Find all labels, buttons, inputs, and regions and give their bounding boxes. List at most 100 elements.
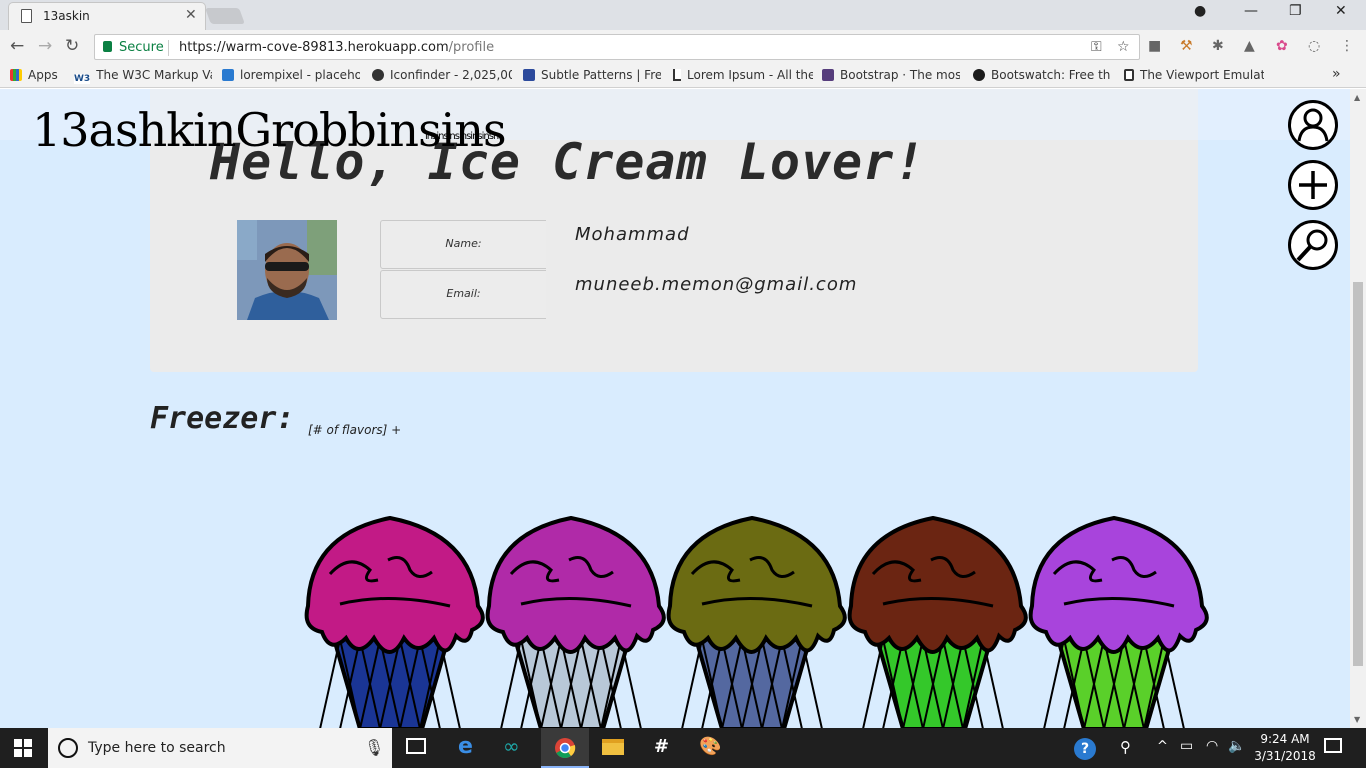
battery-icon[interactable]: ▭ [1180, 738, 1193, 754]
menu-icon[interactable]: ⋮ [1340, 38, 1354, 54]
email-label-box: Email: [380, 270, 546, 319]
reload-icon[interactable]: ↻ [65, 36, 79, 56]
page-viewport: Hello, Ice Cream Lover! Name: Email: Moh… [0, 89, 1350, 728]
notification-icon[interactable] [1324, 738, 1342, 753]
taskbar: Type here to search 🎙 e ∞ # 🎨 ? ⚲ ^ ▭ ◠ … [0, 728, 1366, 768]
phone-icon [1124, 69, 1134, 81]
bookmarks-overflow[interactable]: » [1332, 66, 1341, 82]
close-window-icon[interactable]: ✕ [1335, 3, 1347, 19]
key-icon[interactable]: ⚿ [1091, 39, 1102, 55]
browser-toolbar: ← → ↻ Secure https://warm-cove-89813.her… [0, 30, 1366, 64]
email-label: Email: [446, 287, 481, 300]
windows-start-icon[interactable] [14, 739, 32, 757]
slack-icon: # [654, 736, 670, 757]
bookmark-label: The Viewport Emulat [1140, 68, 1264, 82]
bookmark-apps[interactable]: Apps [10, 68, 70, 84]
freezer-meta[interactable]: [# of flavors] + [308, 423, 401, 437]
ice-cream-cone[interactable] [304, 515, 485, 728]
search-button[interactable] [1288, 220, 1338, 270]
scroll-down-icon[interactable]: ▼ [1354, 715, 1360, 724]
name-label-box: Name: [380, 220, 546, 269]
avatar [237, 220, 337, 320]
secure-label: Secure [119, 40, 164, 55]
lock-icon [103, 41, 112, 52]
bookmark-lorempixel[interactable]: lorempixel - placehol [222, 68, 360, 84]
chevron-up-icon[interactable]: ^ [1157, 739, 1168, 754]
extension-camera-icon[interactable]: ■ [1148, 38, 1161, 54]
apps-grid-icon [10, 69, 22, 81]
extension-bug-icon[interactable]: ✱ [1212, 38, 1224, 54]
bookmark-label: Bootswatch: Free the [991, 68, 1111, 82]
avatar-photo [237, 220, 337, 320]
tab-title: 13askin [43, 9, 90, 23]
site-logo-tail: insinsinsinsinsinsm [425, 131, 503, 142]
plus-icon [1299, 171, 1327, 199]
profile-button[interactable] [1288, 100, 1338, 150]
ice-cream-cone[interactable] [666, 515, 847, 728]
bookmark-label: The W3C Markup Val [96, 68, 212, 82]
close-tab-icon[interactable]: ✕ [185, 7, 197, 23]
divider [168, 40, 169, 56]
bookmark-w3c[interactable]: W3 The W3C Markup Val [74, 68, 212, 84]
arduino-button[interactable]: ∞ [492, 728, 540, 768]
bookmark-label: Iconfinder - 2,025,00 [390, 68, 512, 82]
w3c-icon: W3 [74, 74, 91, 84]
people-icon[interactable]: ⚲ [1120, 738, 1131, 756]
bookmark-label: lorempixel - placehol [240, 68, 360, 82]
back-icon[interactable]: ← [10, 36, 24, 56]
chrome-button[interactable] [541, 728, 589, 768]
volume-icon[interactable]: 🔈 [1228, 738, 1245, 754]
bookmark-bootswatch[interactable]: Bootswatch: Free the [973, 68, 1111, 84]
slack-button[interactable]: # [638, 728, 686, 768]
wifi-icon[interactable]: ◠ [1206, 738, 1218, 754]
ice-cream-cone[interactable] [485, 515, 666, 728]
bookmark-iconfinder[interactable]: Iconfinder - 2,025,00 [372, 68, 512, 84]
extension-circle-icon[interactable]: ◌ [1308, 38, 1320, 54]
chrome-icon [555, 738, 576, 759]
subtle-patterns-icon [523, 69, 535, 81]
edge-icon: e [458, 734, 473, 759]
restore-icon[interactable]: ❐ [1289, 3, 1302, 19]
palette-icon: 🎨 [699, 736, 722, 757]
clock[interactable]: 9:24 AM 3/31/2018 [1252, 731, 1318, 765]
bookmark-star-icon[interactable]: ☆ [1117, 39, 1130, 55]
bookmark-subtle-patterns[interactable]: Subtle Patterns | Free [523, 68, 661, 84]
paint-button[interactable]: 🎨 [686, 728, 734, 768]
search-placeholder: Type here to search [88, 740, 226, 756]
infinity-icon: ∞ [503, 734, 520, 758]
add-button[interactable] [1288, 160, 1338, 210]
ice-cream-cone[interactable] [847, 515, 1028, 728]
scroll-up-icon[interactable]: ▲ [1354, 93, 1360, 102]
bookmark-lorem-ipsum[interactable]: Lorem Ipsum - All the [673, 68, 813, 84]
task-view-button[interactable] [392, 728, 440, 768]
bookmark-bootstrap[interactable]: Bootstrap · The most [822, 68, 960, 84]
extension-tool-icon[interactable]: ⚒ [1180, 38, 1193, 54]
name-label: Name: [445, 237, 482, 250]
profile-icon[interactable]: ● [1194, 3, 1206, 19]
help-icon[interactable]: ? [1074, 738, 1096, 760]
lorem-ipsum-icon [673, 69, 681, 81]
user-icon [1297, 108, 1329, 142]
address-bar[interactable]: Secure https://warm-cove-89813.herokuapp… [94, 34, 1140, 60]
freezer-cones [304, 515, 1209, 728]
new-tab-button[interactable] [205, 8, 245, 24]
forward-icon[interactable]: → [38, 36, 52, 56]
edge-button[interactable]: e [444, 728, 492, 768]
bookmark-label: Subtle Patterns | Free [541, 68, 661, 82]
extension-color-icon[interactable]: ✿ [1276, 38, 1288, 54]
file-explorer-button[interactable] [589, 728, 637, 768]
extension-drive-icon[interactable]: ▲ [1244, 38, 1255, 54]
task-view-icon [406, 738, 426, 754]
site-logo[interactable]: 13ashkinGrobbinsins [32, 103, 507, 157]
minimize-icon[interactable]: — [1244, 3, 1258, 19]
browser-tab[interactable]: 13askin ✕ [8, 2, 206, 30]
scroll-thumb[interactable] [1353, 282, 1363, 666]
taskbar-search[interactable]: Type here to search 🎙 [48, 728, 392, 768]
lorempixel-icon [222, 69, 234, 81]
document-icon [21, 9, 32, 23]
microphone-icon[interactable]: 🎙 [364, 738, 384, 757]
ice-cream-cone[interactable] [1028, 515, 1209, 728]
scrollbar[interactable]: ▲ ▼ [1350, 89, 1366, 728]
clock-date: 3/31/2018 [1254, 749, 1316, 763]
bookmark-viewport-emulator[interactable]: The Viewport Emulat [1124, 68, 1264, 84]
